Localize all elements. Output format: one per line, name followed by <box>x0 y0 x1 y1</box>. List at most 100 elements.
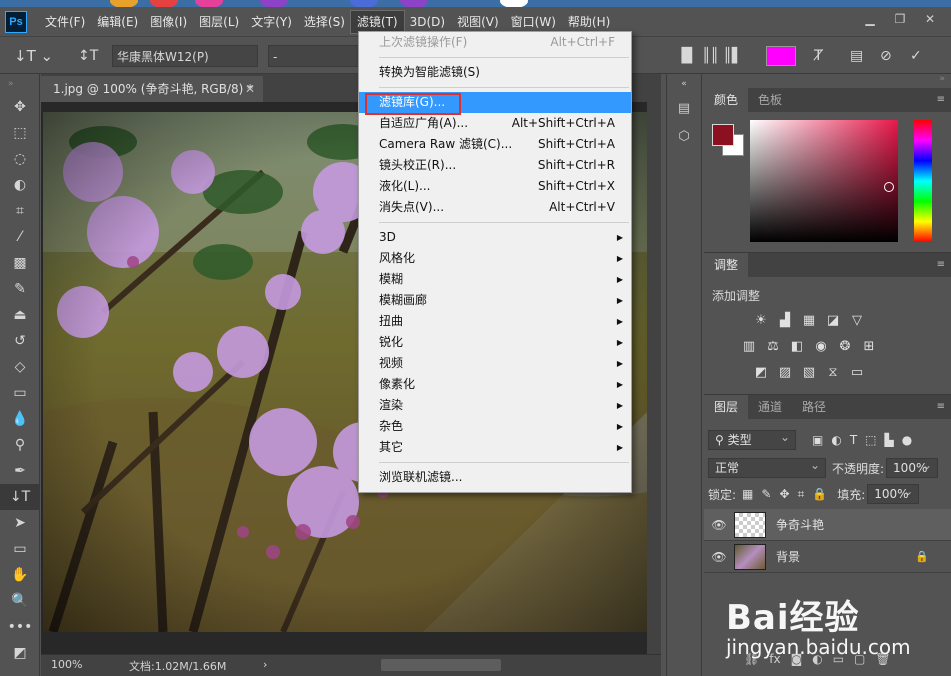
quick-select-tool-icon[interactable]: ◐ <box>0 172 40 198</box>
opacity-input[interactable]: 100% <box>886 456 939 478</box>
gradient-tool-icon[interactable]: ▭ <box>0 380 40 406</box>
menu-item-pixelate[interactable]: 像素化 ▶ <box>359 374 631 395</box>
zoom-level[interactable]: 100% <box>51 658 82 671</box>
lock-position-icon[interactable]: ✥ <box>779 487 789 502</box>
lasso-tool-icon[interactable]: ◌ <box>0 146 40 172</box>
toolbar-grip-icon[interactable]: » <box>0 74 39 94</box>
horizontal-scrollbar-thumb[interactable] <box>381 659 501 671</box>
collapse-grip-icon[interactable]: « <box>667 74 701 94</box>
more-tools-icon[interactable]: ••• <box>0 614 40 640</box>
filter-type-icon[interactable]: T <box>850 433 857 447</box>
levels-icon[interactable]: ▟ <box>776 311 794 329</box>
eyedropper-tool-icon[interactable]: ⁄ <box>0 224 40 250</box>
lock-artboard-icon[interactable]: ⌗ <box>798 487 805 502</box>
blend-mode-select[interactable]: 正常 <box>708 456 826 478</box>
document-tab[interactable]: 1.jpg @ 100% (争奇斗艳, RGB/8) * ✕ <box>41 76 263 102</box>
hand-tool-icon[interactable]: ✋ <box>0 562 40 588</box>
menu-edit[interactable]: 编辑(E) <box>91 11 144 33</box>
menu-item-last-filter[interactable]: 上次滤镜操作(F) Alt+Ctrl+F <box>359 32 631 53</box>
warp-text-icon[interactable]: Ⱦ <box>814 45 823 67</box>
type-tool-icon[interactable]: ↓T <box>0 484 40 510</box>
menu-item-sharpen[interactable]: 锐化 ▶ <box>359 332 631 353</box>
rectangle-tool-icon[interactable]: ▭ <box>0 536 40 562</box>
visibility-eye-icon[interactable]: 👁 <box>704 550 734 564</box>
threshold-icon[interactable]: ▧ <box>800 363 818 381</box>
commit-icon[interactable]: ✓ <box>910 45 922 67</box>
color-swap-icon[interactable]: ◩ <box>0 640 40 666</box>
layer-row-text[interactable]: 👁 争奇斗艳 <box>704 509 951 541</box>
menu-item-camera-raw[interactable]: Camera Raw 滤镜(C)... Shift+Ctrl+A <box>359 134 631 155</box>
menu-select[interactable]: 选择(S) <box>298 11 351 33</box>
menu-filter[interactable]: 滤镜(T) <box>349 9 405 34</box>
status-expand-icon[interactable]: › <box>263 658 267 671</box>
invert-icon[interactable]: ◩ <box>752 363 770 381</box>
layer-filter-select[interactable]: ⚲ 类型 <box>708 428 796 450</box>
lock-pixels-icon[interactable]: ✎ <box>761 487 771 502</box>
dodge-tool-icon[interactable]: ⚲ <box>0 432 40 458</box>
lock-all-icon[interactable]: 🔒 <box>812 487 827 502</box>
hue-saturation-icon[interactable]: ▥ <box>740 337 758 355</box>
menu-item-browse-online-filters[interactable]: 浏览联机滤镜... <box>359 467 631 488</box>
layer-row-background[interactable]: 👁 背景 🔒 <box>704 541 951 573</box>
filter-toggle-icon[interactable]: ● <box>902 433 912 447</box>
color-balance-icon[interactable]: ⚖ <box>764 337 782 355</box>
zoom-tool-icon[interactable]: 🔍 <box>0 588 40 614</box>
menu-item-other[interactable]: 其它 ▶ <box>359 437 631 458</box>
menu-item-convert-smart-filter[interactable]: 转换为智能滤镜(S) <box>359 62 631 83</box>
move-tool-icon[interactable]: ✥ <box>0 94 40 120</box>
menu-window[interactable]: 窗口(W) <box>505 11 562 33</box>
text-color-swatch[interactable] <box>766 46 796 66</box>
close-tab-icon[interactable]: ✕ <box>245 76 255 102</box>
menu-view[interactable]: 视图(V) <box>451 11 505 33</box>
menu-item-filter-gallery[interactable]: 滤镜库(G)... <box>359 92 631 115</box>
channel-mixer-icon[interactable]: ❂ <box>836 337 854 355</box>
eraser-tool-icon[interactable]: ◇ <box>0 354 40 380</box>
brightness-icon[interactable]: ☀ <box>752 311 770 329</box>
photo-filter-icon[interactable]: ◉ <box>812 337 830 355</box>
menu-item-distort[interactable]: 扭曲 ▶ <box>359 311 631 332</box>
tab-swatches[interactable]: 色板 <box>748 88 792 112</box>
panels-toggle-icon[interactable]: ▤ <box>850 45 863 67</box>
text-tool-preset-icon[interactable]: ↓T ⌄ <box>14 45 53 67</box>
vibrance-icon[interactable]: ▽ <box>848 311 866 329</box>
tab-color[interactable]: 颜色 <box>704 88 749 112</box>
marquee-tool-icon[interactable]: ⬚ <box>0 120 40 146</box>
menu-layer[interactable]: 图层(L) <box>193 11 245 33</box>
visibility-eye-icon[interactable]: 👁 <box>704 518 734 532</box>
path-selection-tool-icon[interactable]: ➤ <box>0 510 40 536</box>
3d-panel-icon[interactable]: ⬡ <box>667 122 701 150</box>
filter-smart-icon[interactable]: ▙ <box>885 433 894 447</box>
menu-type[interactable]: 文字(Y) <box>245 11 298 33</box>
tab-paths[interactable]: 路径 <box>792 395 836 419</box>
foreground-color-swatch[interactable] <box>712 124 734 146</box>
menu-item-adaptive-wide-angle[interactable]: 自适应广角(A)... Alt+Shift+Ctrl+A <box>359 113 631 134</box>
menu-item-vanishing-point[interactable]: 消失点(V)... Alt+Ctrl+V <box>359 197 631 218</box>
crop-tool-icon[interactable]: ⌗ <box>0 198 40 224</box>
history-panel-icon[interactable]: ▤ <box>667 94 701 122</box>
vertical-scrollbar[interactable] <box>647 102 661 654</box>
layers-panel-menu-icon[interactable]: ≡ <box>937 395 945 419</box>
blur-tool-icon[interactable]: 💧 <box>0 406 40 432</box>
healing-brush-tool-icon[interactable]: ▩ <box>0 250 40 276</box>
font-style-select[interactable]: - <box>268 45 368 67</box>
color-spectrum[interactable] <box>750 120 898 242</box>
tab-layers[interactable]: 图层 <box>704 395 749 419</box>
color-picker-cursor[interactable] <box>884 182 894 192</box>
pen-tool-icon[interactable]: ✒ <box>0 458 40 484</box>
brush-tool-icon[interactable]: ✎ <box>0 276 40 302</box>
restore-button[interactable]: ❐ <box>887 10 913 28</box>
menu-item-video[interactable]: 视频 ▶ <box>359 353 631 374</box>
menu-item-3d[interactable]: 3D ▶ <box>359 227 631 248</box>
menu-item-lens-correction[interactable]: 镜头校正(R)... Shift+Ctrl+R <box>359 155 631 176</box>
menu-image[interactable]: 图像(I) <box>144 11 193 33</box>
hue-slider[interactable] <box>914 120 932 242</box>
filter-shape-icon[interactable]: ⬚ <box>865 433 876 447</box>
curves-icon[interactable]: ▦ <box>800 311 818 329</box>
menu-item-blur[interactable]: 模糊 ▶ <box>359 269 631 290</box>
menu-file[interactable]: 文件(F) <box>39 11 91 33</box>
tab-adjustments[interactable]: 调整 <box>704 253 749 277</box>
lock-transparent-icon[interactable]: ▦ <box>742 487 753 502</box>
color-panel-menu-icon[interactable]: ≡ <box>937 88 945 112</box>
minimize-button[interactable]: ▁ <box>857 10 883 28</box>
panels-grip-icon[interactable]: » <box>704 74 951 88</box>
